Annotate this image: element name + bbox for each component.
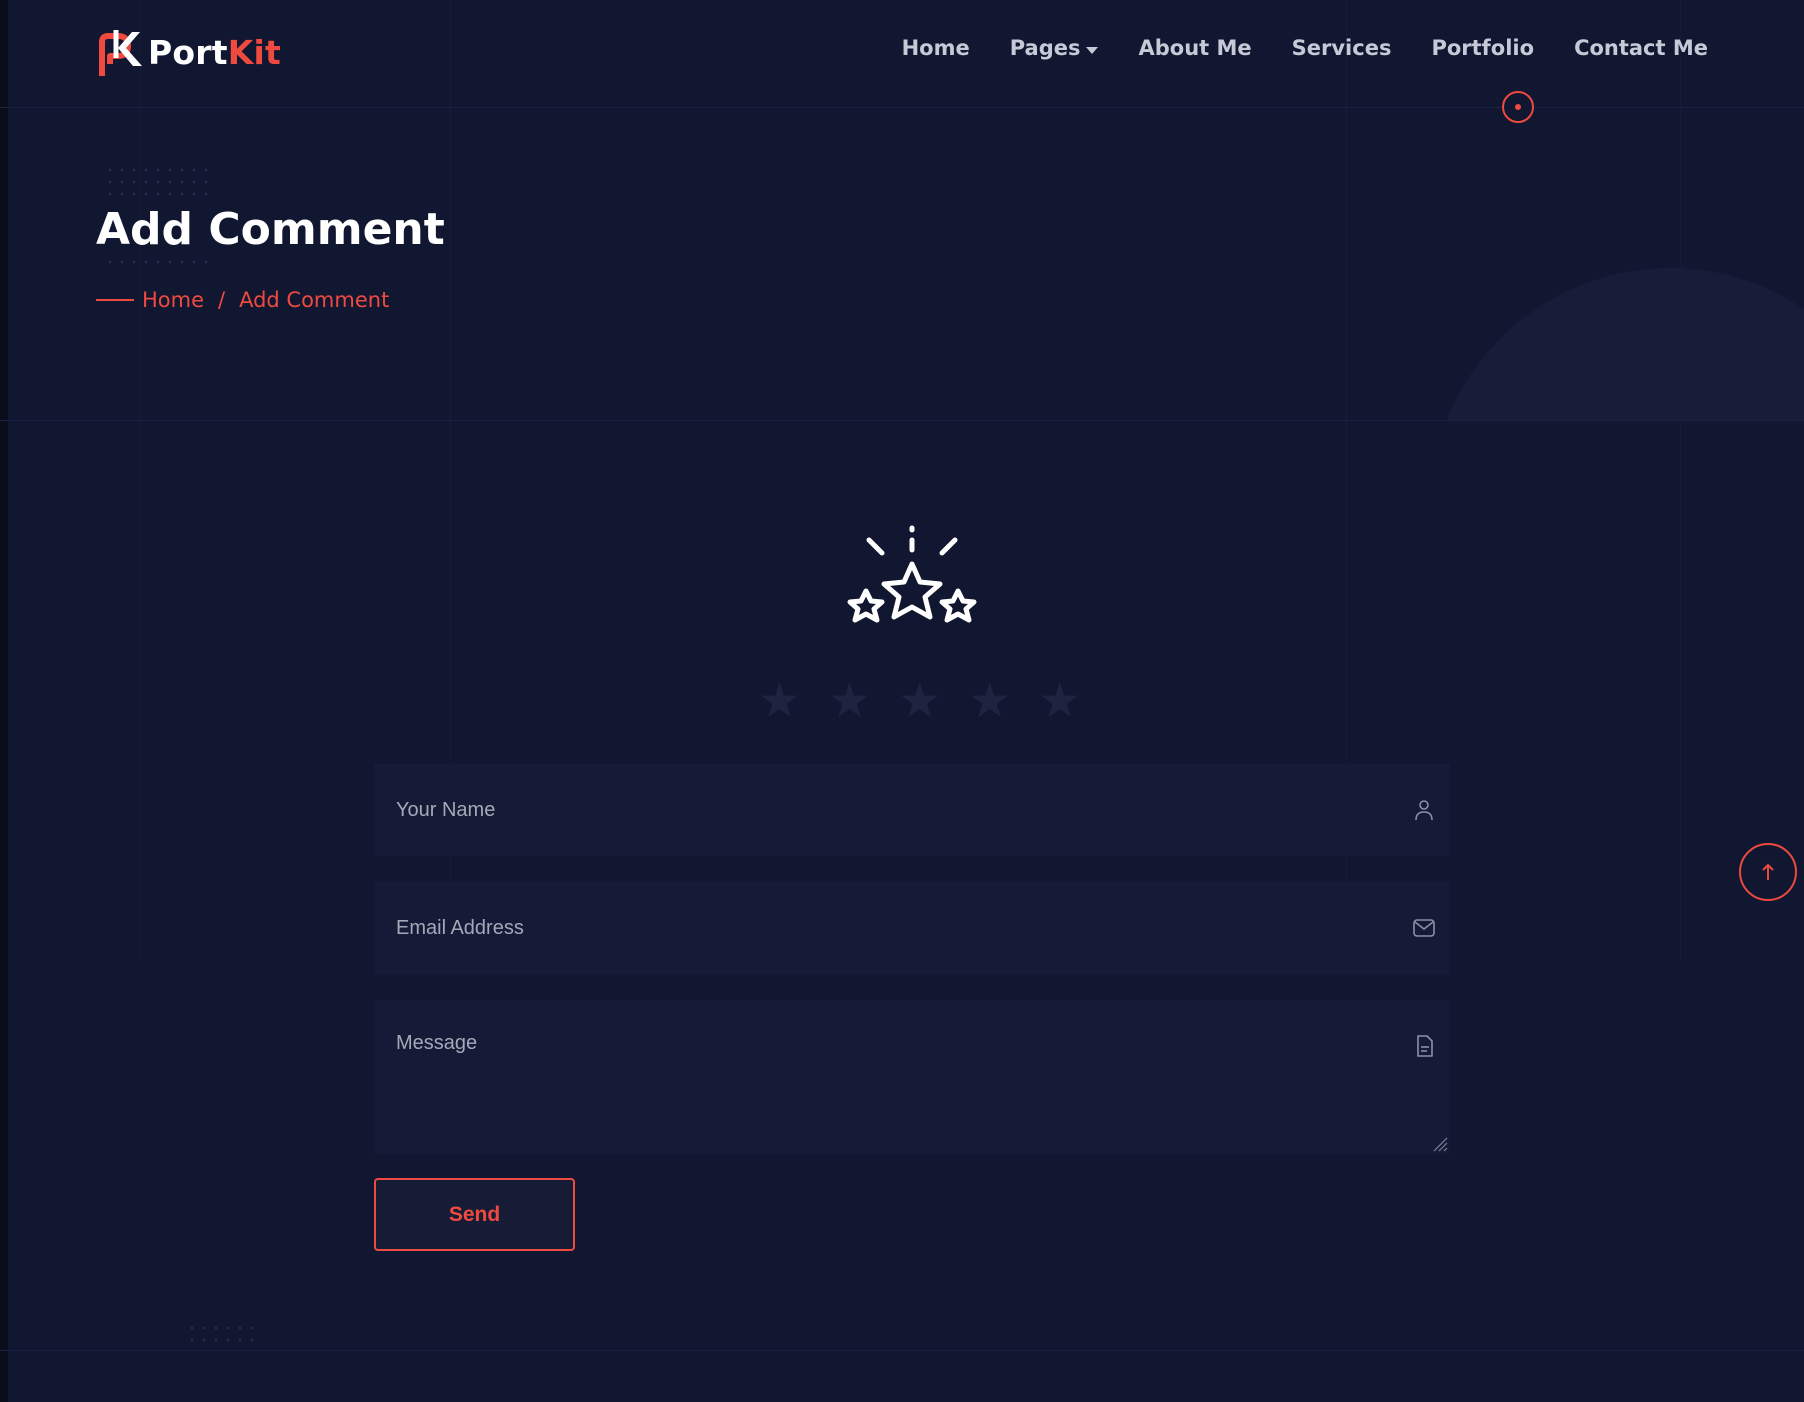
nav-item-portfolio[interactable]: Portfolio <box>1431 36 1534 60</box>
breadcrumb-line <box>96 299 134 301</box>
name-input[interactable] <box>374 764 1450 856</box>
star-rating: ★ ★ ★ ★ ★ <box>758 676 1081 726</box>
resize-handle-icon[interactable] <box>1430 1134 1448 1152</box>
breadcrumb: Home / Add Comment <box>96 288 389 312</box>
nav-item-pages[interactable]: Pages <box>1010 36 1099 60</box>
nav-item-services[interactable]: Services <box>1292 36 1392 60</box>
brand-logo[interactable]: PortKit <box>96 24 281 80</box>
caret-down-icon <box>1086 46 1099 54</box>
page-hero: Add Comment Home / Add Comment <box>0 108 1804 421</box>
nav-item-contact-me[interactable]: Contact Me <box>1574 36 1708 60</box>
dot-pattern <box>104 256 214 270</box>
main-nav: Home Pages About Me Services Portfolio C… <box>902 36 1708 60</box>
site-header: PortKit Home Pages About Me Services Por… <box>0 0 1804 108</box>
email-field-wrapper <box>374 882 1450 974</box>
rating-star-5[interactable]: ★ <box>1038 676 1081 726</box>
nav-item-home[interactable]: Home <box>902 36 970 60</box>
message-textarea[interactable] <box>374 1000 1450 1154</box>
dot-pattern <box>186 1322 256 1350</box>
breadcrumb-current: Add Comment <box>239 288 390 312</box>
user-icon <box>1415 800 1433 821</box>
hero-decor-circle <box>1430 268 1804 420</box>
dot-pattern <box>104 164 214 200</box>
footer-divider <box>0 1350 1804 1351</box>
send-button[interactable]: Send <box>374 1178 575 1251</box>
comment-form: Send <box>374 764 1450 1251</box>
scroll-to-top-button[interactable] <box>1739 843 1797 901</box>
rating-star-2[interactable]: ★ <box>828 676 871 726</box>
breadcrumb-separator: / <box>218 288 226 312</box>
pk-logo-icon <box>99 30 142 76</box>
brand-name: PortKit <box>148 32 281 72</box>
breadcrumb-home-link[interactable]: Home <box>142 288 204 312</box>
rating-stars-icon <box>847 525 977 623</box>
arrow-up-icon <box>1762 863 1774 880</box>
rating-star-1[interactable]: ★ <box>758 676 801 726</box>
document-icon <box>1417 1035 1433 1057</box>
rating-star-4[interactable]: ★ <box>968 676 1011 726</box>
rating-star-3[interactable]: ★ <box>898 676 941 726</box>
email-input[interactable] <box>374 882 1450 974</box>
page: PortKit Home Pages About Me Services Por… <box>0 0 1804 1402</box>
message-field-wrapper <box>374 1000 1450 1154</box>
envelope-icon <box>1413 919 1435 937</box>
name-field-wrapper <box>374 764 1450 856</box>
page-title: Add Comment <box>96 204 445 255</box>
nav-item-about-me[interactable]: About Me <box>1138 36 1251 60</box>
